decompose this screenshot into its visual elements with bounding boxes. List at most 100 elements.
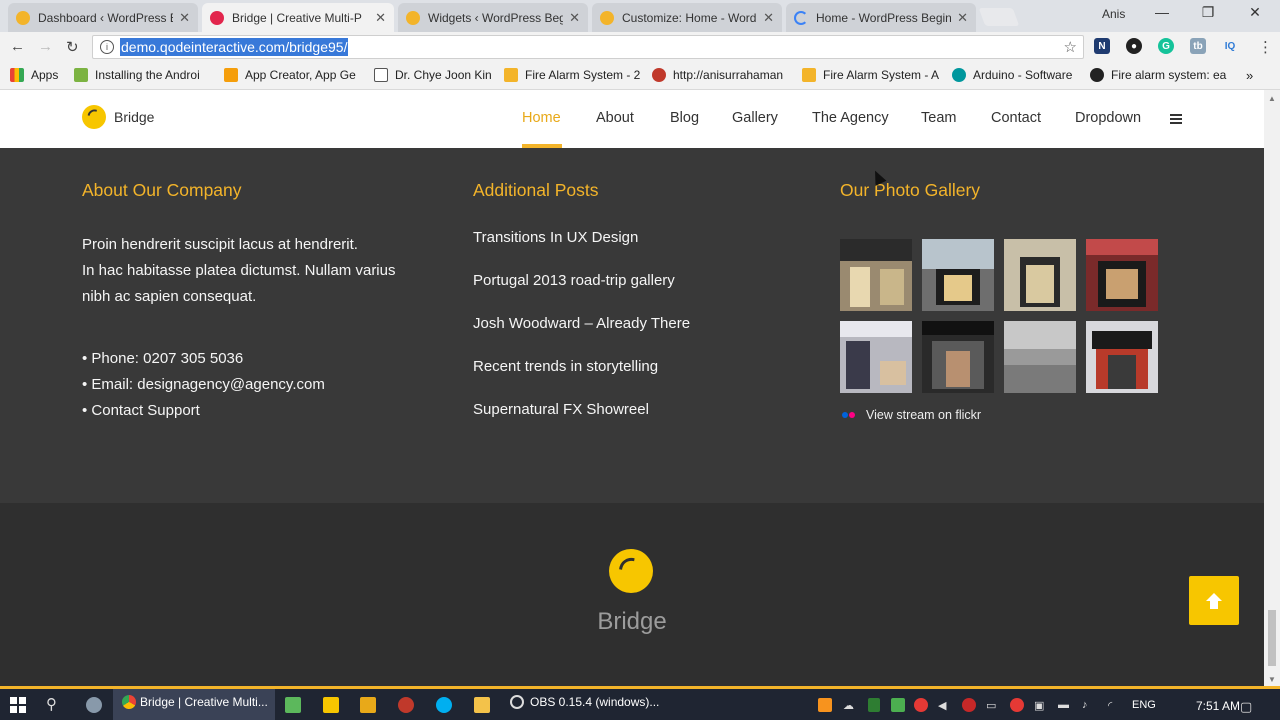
bookmark-item[interactable]: Fire Alarm System - 2 <box>504 68 640 82</box>
wordpress-favicon-icon <box>600 10 614 25</box>
extension-n-icon[interactable]: N <box>1094 38 1110 54</box>
reload-icon[interactable]: ↻ <box>66 38 79 56</box>
nav-team[interactable]: Team <box>921 110 956 126</box>
bookmark-star-icon[interactable]: ☆ <box>1064 38 1077 56</box>
battery-icon[interactable]: ▭ <box>986 699 996 712</box>
post-link[interactable]: Josh Woodward – Already There <box>473 315 690 332</box>
power-icon[interactable]: ▬ <box>1058 699 1069 711</box>
bookmark-apps[interactable]: Apps <box>10 68 58 82</box>
profile-name[interactable]: Anis <box>1102 7 1125 21</box>
forward-icon[interactable]: → <box>38 38 53 55</box>
scrollbar-thumb[interactable] <box>1268 610 1276 666</box>
gallery-thumbnail[interactable] <box>1004 321 1076 393</box>
nav-the-agency[interactable]: The Agency <box>812 110 889 126</box>
search-icon[interactable]: ⚲ <box>46 695 57 713</box>
media-player-icon[interactable] <box>360 697 376 713</box>
tab-widgets[interactable]: Widgets ‹ WordPress Beg ✕ <box>398 3 588 32</box>
bookmark-item[interactable]: App Creator, App Ge <box>224 68 356 82</box>
extension-tb-icon[interactable]: tb <box>1190 38 1206 54</box>
page-scrollbar[interactable]: ▲ ▼ <box>1264 90 1280 686</box>
post-link[interactable]: Recent trends in storytelling <box>473 358 658 375</box>
post-link[interactable]: Transitions In UX Design <box>473 229 638 246</box>
windows-taskbar: ⚲ Bridge | Creative Multi... OBS 0.15.4 … <box>0 686 1280 720</box>
close-icon[interactable]: ✕ <box>375 10 386 26</box>
volume-icon[interactable]: ♪ <box>1082 699 1088 711</box>
minimize-icon[interactable]: — <box>1150 4 1174 20</box>
extension-iq-icon[interactable]: IQ <box>1222 38 1238 54</box>
tray-app-icon[interactable] <box>891 698 905 712</box>
tab-dashboard[interactable]: Dashboard ‹ WordPress B ✕ <box>8 3 198 32</box>
gallery-thumbnail[interactable] <box>840 321 912 393</box>
sticky-notes-icon[interactable] <box>323 697 339 713</box>
extension-camera-icon[interactable]: ● <box>1126 38 1142 54</box>
close-icon[interactable]: ✕ <box>763 10 774 26</box>
taskbar-chrome[interactable]: Bridge | Creative Multi... <box>122 695 268 709</box>
nav-dropdown[interactable]: Dropdown <box>1075 110 1141 126</box>
tray-app-icon[interactable] <box>818 698 832 712</box>
scroll-down-icon[interactable]: ▼ <box>1268 675 1276 684</box>
tray-app-icon[interactable] <box>914 698 928 712</box>
grammarly-icon[interactable]: G <box>1158 38 1174 54</box>
chrome-menu-icon[interactable]: ⋮ <box>1258 38 1273 56</box>
nav-about[interactable]: About <box>596 110 634 126</box>
taskbar-obs[interactable]: OBS 0.15.4 (windows)... <box>510 695 659 709</box>
new-tab-button[interactable] <box>978 8 1020 26</box>
gallery-thumbnail[interactable] <box>1086 321 1158 393</box>
gallery-thumbnail[interactable] <box>1004 239 1076 311</box>
app-icon[interactable] <box>398 697 414 713</box>
close-icon[interactable]: ✕ <box>957 10 968 26</box>
file-explorer-icon[interactable] <box>474 697 490 713</box>
post-link[interactable]: Supernatural FX Showreel <box>473 401 649 418</box>
url-text[interactable]: demo.qodeinteractive.com/bridge95/ <box>120 38 349 56</box>
notifications-icon[interactable]: ▢ <box>1240 699 1252 715</box>
tab-bridge[interactable]: Bridge | Creative Multi-P ✕ <box>202 3 394 32</box>
network-icon[interactable]: ▣ <box>1034 699 1044 712</box>
tray-app-icon[interactable] <box>962 698 976 712</box>
bookmark-label: Fire Alarm System - A <box>823 68 940 82</box>
restore-icon[interactable]: ❐ <box>1196 4 1220 21</box>
cloud-icon[interactable]: ☁ <box>843 699 854 712</box>
contact-support-link[interactable]: • Contact Support <box>82 398 325 424</box>
address-bar[interactable]: i demo.qodeinteractive.com/bridge95/ ☆ <box>92 35 1084 59</box>
app-icon[interactable] <box>86 697 102 713</box>
flickr-stream-link[interactable]: View stream on flickr <box>842 408 981 422</box>
close-icon[interactable]: ✕ <box>179 10 190 26</box>
mute-icon[interactable]: ◀ <box>938 699 946 712</box>
nav-home[interactable]: Home <box>522 110 561 126</box>
scroll-up-icon[interactable]: ▲ <box>1268 94 1276 103</box>
back-to-top-button[interactable] <box>1189 576 1239 625</box>
nav-gallery[interactable]: Gallery <box>732 110 778 126</box>
nav-blog[interactable]: Blog <box>670 110 699 126</box>
gallery-thumbnail[interactable] <box>922 321 994 393</box>
hamburger-menu-icon[interactable] <box>1170 114 1182 124</box>
bookmark-item[interactable]: Fire alarm system: ea <box>1090 68 1226 82</box>
camtasia-icon[interactable] <box>285 697 301 713</box>
apps-grid-icon <box>10 68 24 82</box>
wifi-icon[interactable]: ◜ <box>1108 699 1112 712</box>
gallery-thumbnail[interactable] <box>922 239 994 311</box>
bookmark-item[interactable]: Installing the Androi <box>74 68 200 82</box>
gallery-thumbnail[interactable] <box>840 239 912 311</box>
bookmark-item[interactable]: http://anisurrahaman <box>652 68 783 82</box>
post-link[interactable]: Portugal 2013 road-trip gallery <box>473 272 675 289</box>
back-icon[interactable]: ← <box>10 38 25 55</box>
bookmark-item[interactable]: Fire Alarm System - A <box>802 68 939 82</box>
tab-customize[interactable]: Customize: Home - Word ✕ <box>592 3 782 32</box>
gallery-thumbnail[interactable] <box>1086 239 1158 311</box>
language-indicator[interactable]: ENG <box>1132 699 1156 711</box>
skype-icon[interactable] <box>436 697 452 713</box>
windows-start-icon[interactable] <box>10 697 26 713</box>
info-icon[interactable]: i <box>100 40 114 54</box>
nav-contact[interactable]: Contact <box>991 110 1041 126</box>
bookmarks-overflow-icon[interactable]: » <box>1246 68 1253 83</box>
close-icon[interactable]: ✕ <box>569 10 580 26</box>
bookmark-item[interactable]: Dr. Chye Joon Kin <box>374 68 492 82</box>
contact-email[interactable]: • Email: designagency@agency.com <box>82 372 325 398</box>
clock[interactable]: 7:51 AM <box>1196 699 1240 713</box>
bookmark-item[interactable]: Arduino - Software <box>952 68 1072 82</box>
tab-home[interactable]: Home - WordPress Begin ✕ <box>786 3 976 32</box>
tray-app-icon[interactable] <box>1010 698 1024 712</box>
shield-icon[interactable] <box>868 698 880 712</box>
window-close-icon[interactable]: ✕ <box>1243 4 1267 21</box>
site-logo[interactable]: Bridge <box>82 105 154 129</box>
